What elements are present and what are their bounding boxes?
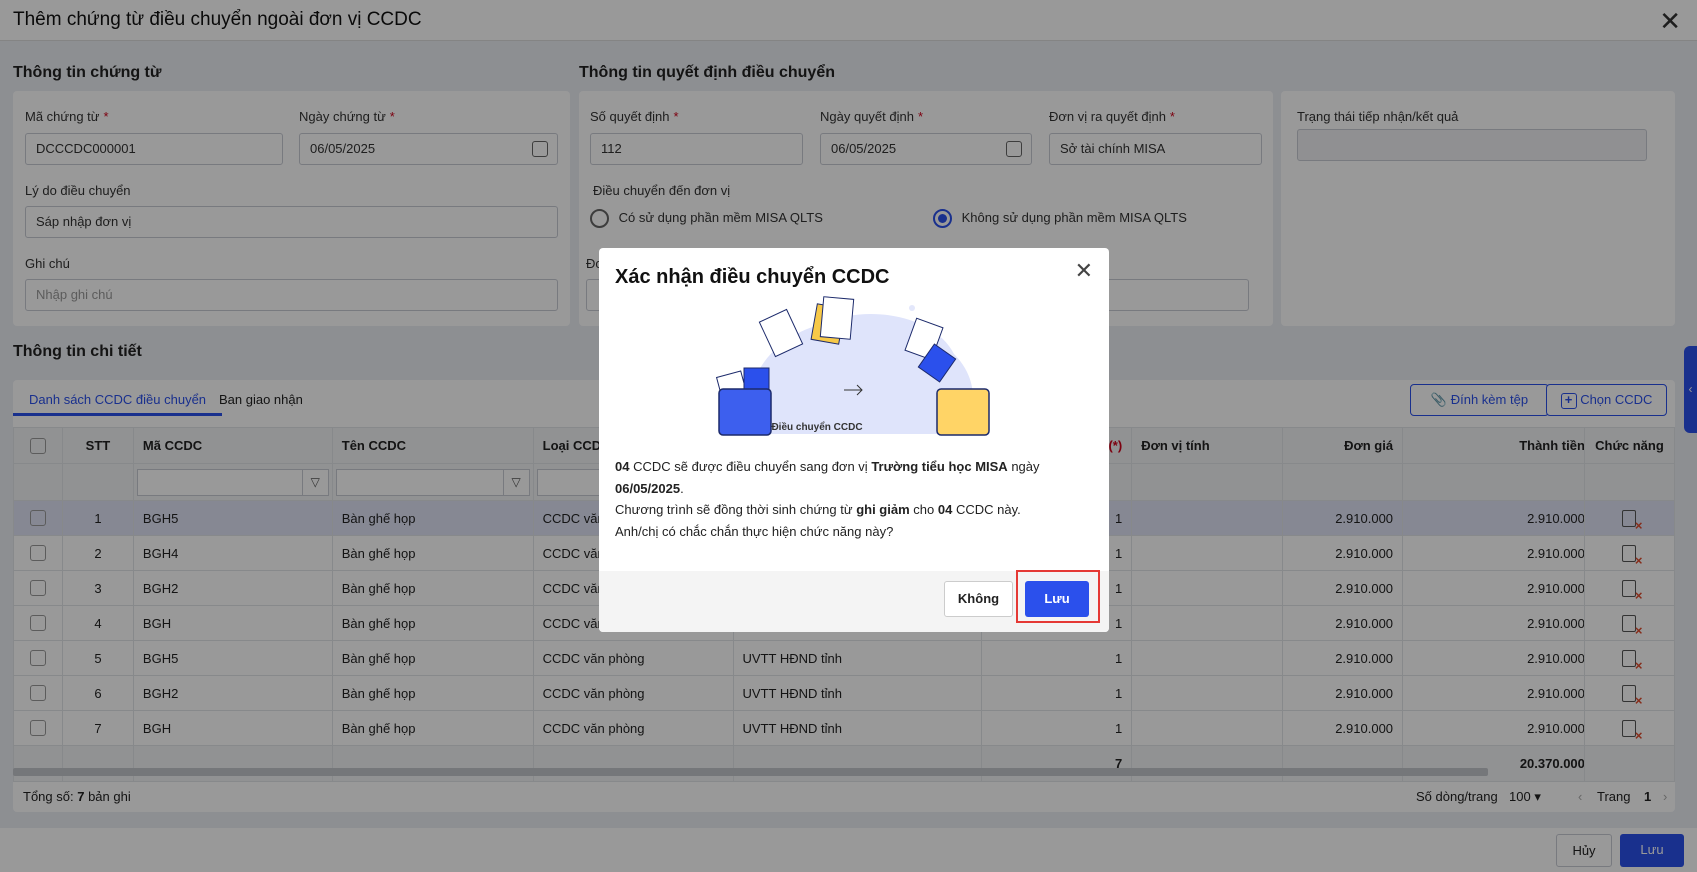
confirm-transfer-dialog: Xác nhận điều chuyển CCDC ✕ Điều chuyển … [599, 248, 1109, 632]
illustration-caption: Điều chuyển CCDC [771, 422, 863, 433]
dialog-footer: Không Lưu [599, 570, 1109, 632]
no-button[interactable]: Không [944, 581, 1013, 617]
transfer-illustration [715, 296, 990, 436]
dialog-title: Xác nhận điều chuyển CCDC [615, 266, 890, 288]
dialog-message: 04 CCDC sẽ được điều chuyển sang đơn vị … [615, 459, 1040, 539]
dialog-save-button[interactable]: Lưu [1025, 581, 1089, 617]
dialog-close-icon[interactable]: ✕ [1075, 258, 1093, 284]
